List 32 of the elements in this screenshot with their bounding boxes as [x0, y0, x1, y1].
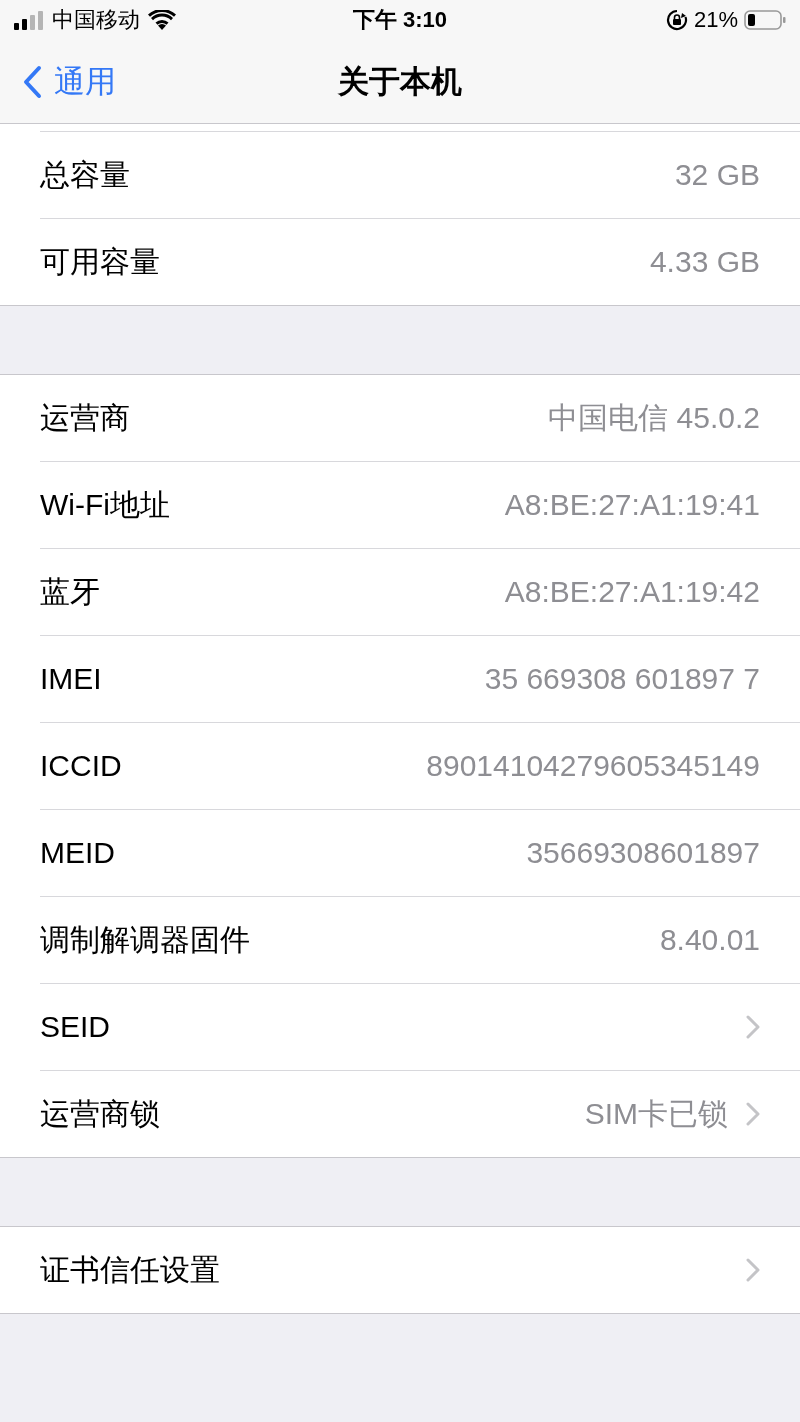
- status-time: 下午 3:10: [352, 6, 448, 34]
- row-value: SIM卡已锁: [584, 1095, 728, 1132]
- row-label: ICCID: [40, 749, 122, 783]
- row-label: IMEI: [40, 662, 102, 696]
- row-label: 总容量: [40, 156, 130, 193]
- row-label: SEID: [40, 1010, 111, 1044]
- row-value: A8:BE:27:A1:19:41: [504, 488, 760, 522]
- row-value: 32 GB: [674, 158, 760, 192]
- battery-icon: [744, 10, 786, 30]
- wifi-icon: [148, 10, 176, 30]
- row-value: 89014104279605345149: [426, 749, 760, 783]
- page-title: 关于本机: [338, 62, 462, 101]
- row-label: 可用容量: [40, 243, 160, 280]
- row-value: A8:BE:27:A1:19:42: [504, 575, 760, 609]
- row-label: 运营商: [40, 399, 130, 436]
- row-label: MEID: [40, 836, 115, 870]
- row-value: 35669308601897: [526, 836, 760, 870]
- rotation-lock-icon: [665, 9, 688, 31]
- row-label: 调制解调器固件: [40, 921, 250, 958]
- row-value: 35 669308 601897 7: [484, 662, 760, 696]
- signal-icon: [14, 10, 44, 30]
- row-value: 中国电信 45.0.2: [548, 399, 760, 436]
- row-value: 8.40.01: [659, 923, 760, 957]
- back-button[interactable]: 通用: [22, 60, 116, 103]
- row-label: 运营商锁: [40, 1095, 160, 1132]
- back-chevron-icon: [22, 64, 42, 99]
- row-label: Wi-Fi地址: [40, 486, 170, 523]
- battery-percent: 21%: [693, 7, 738, 33]
- row-label: 蓝牙: [40, 573, 100, 610]
- carrier-name: 中国移动: [52, 6, 140, 34]
- row-value: 4.33 GB: [649, 245, 760, 279]
- row-label: 证书信任设置: [40, 1251, 220, 1288]
